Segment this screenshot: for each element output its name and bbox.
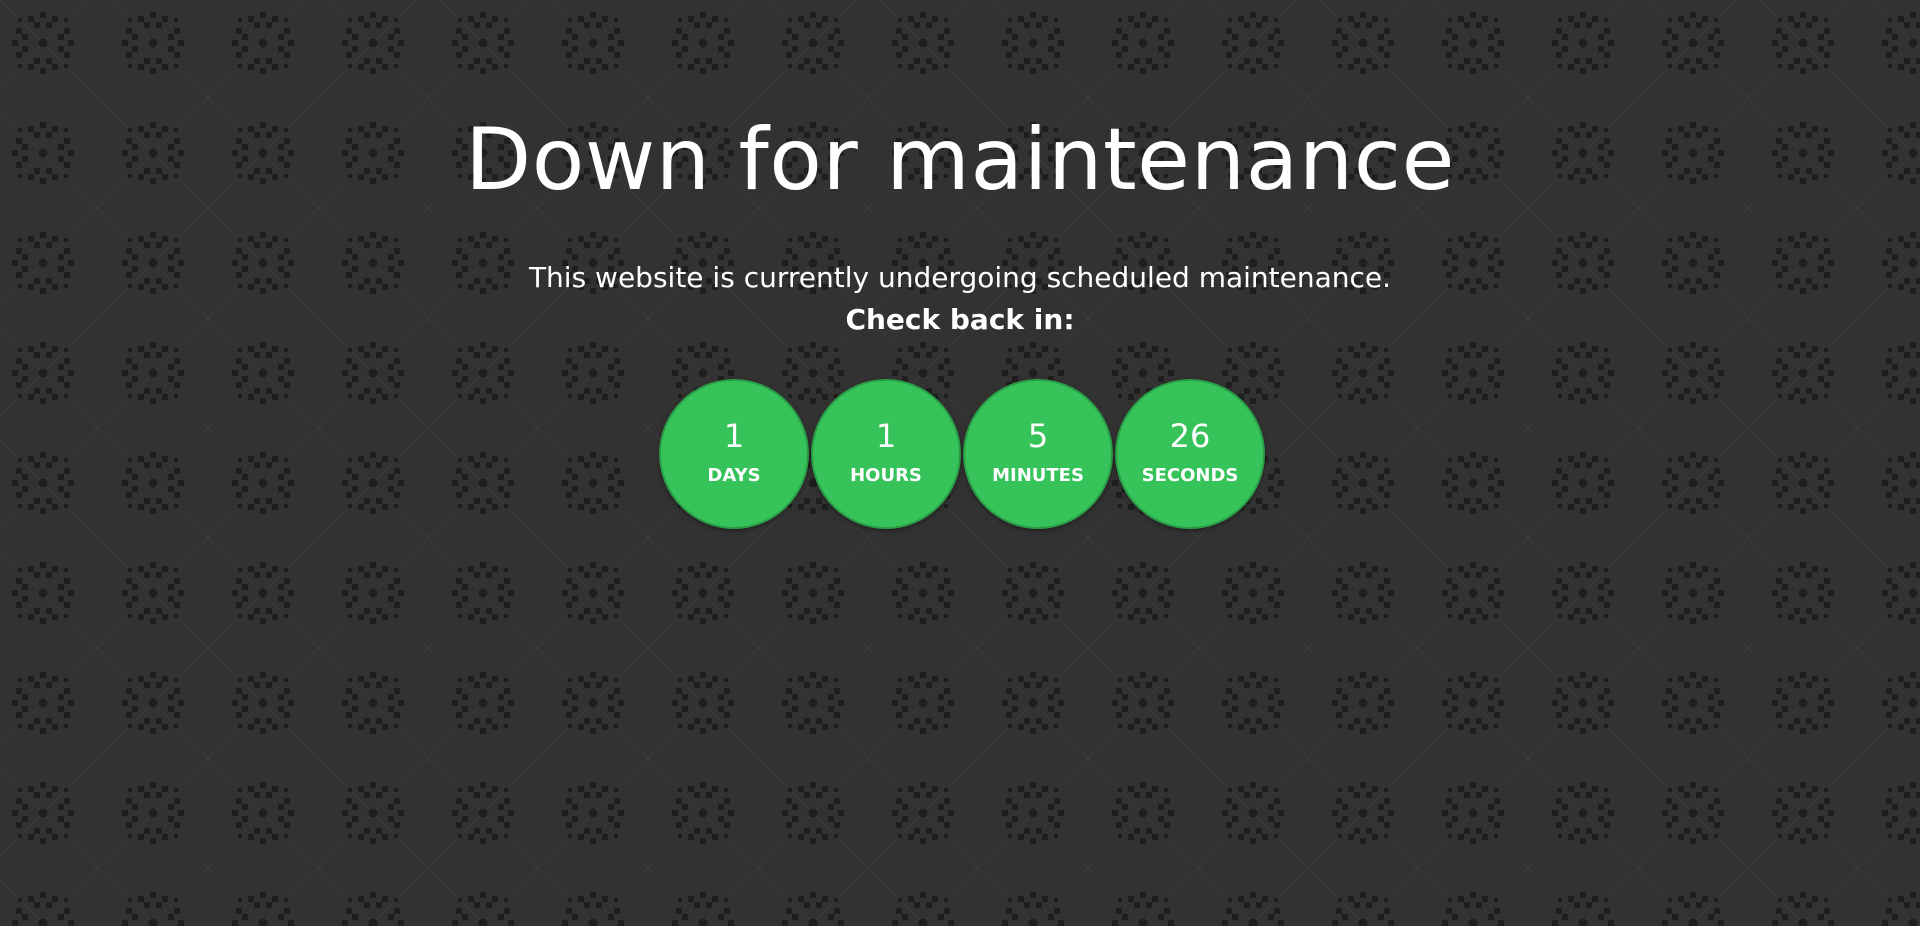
countdown-seconds: 26 SECONDS <box>1115 379 1265 529</box>
countdown-days: 1 DAYS <box>659 379 809 529</box>
check-back-label: Check back in: <box>845 303 1075 336</box>
hours-label: HOURS <box>850 465 922 486</box>
minutes-value: 5 <box>1027 417 1049 455</box>
maintenance-content: Down for maintenance This website is cur… <box>0 0 1920 926</box>
days-value: 1 <box>723 417 745 455</box>
maintenance-description: This website is currently undergoing sch… <box>528 261 1392 294</box>
seconds-label: SECONDS <box>1141 465 1239 486</box>
hours-value: 1 <box>875 417 897 455</box>
countdown-minutes: 5 MINUTES <box>963 379 1113 529</box>
days-label: DAYS <box>707 465 761 486</box>
minutes-label: MINUTES <box>992 465 1084 486</box>
countdown-hours: 1 HOURS <box>811 379 961 529</box>
page-title: Down for maintenance <box>464 110 1455 210</box>
countdown-timer: 1 DAYS 1 HOURS 5 MINUTES 26 SECONDS <box>0 379 1920 529</box>
seconds-value: 26 <box>1169 417 1211 455</box>
